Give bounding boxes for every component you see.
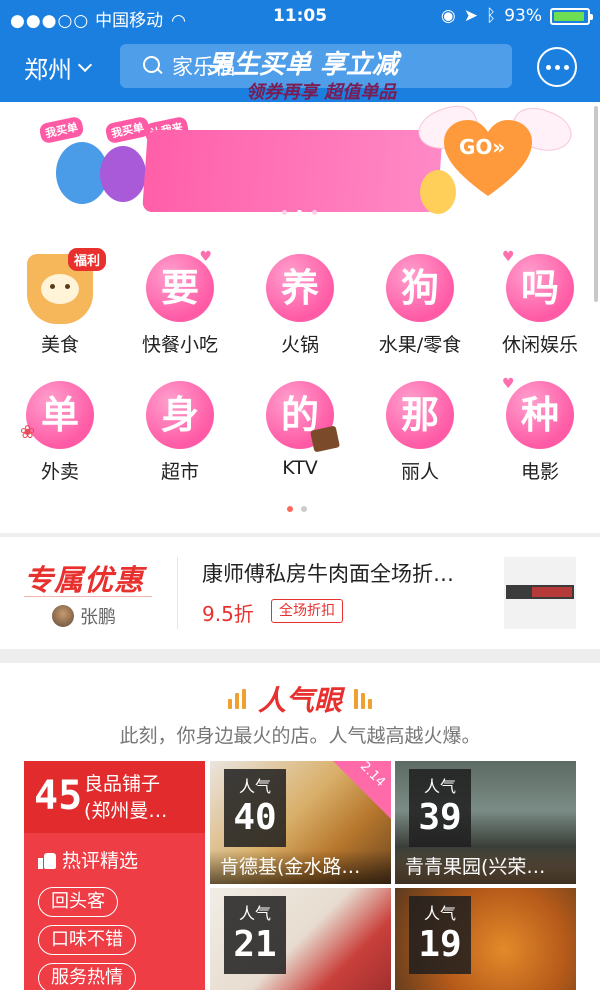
review-tag[interactable]: 口味不错 xyxy=(38,925,136,955)
popular-subtitle: 此刻，你身边最火的店。人气越高越火爆。 xyxy=(119,725,481,747)
mascot-purple xyxy=(100,146,146,202)
thumbs-up-icon xyxy=(38,851,56,869)
banner-title: 男生买单 享立减 xyxy=(207,50,399,80)
bubble-icon: 狗 xyxy=(386,254,454,322)
promo-discount: 9.5折 xyxy=(202,602,254,626)
sticker: 我买单 xyxy=(38,115,85,145)
divider xyxy=(177,557,178,629)
bars-icon xyxy=(354,689,372,709)
avatar xyxy=(52,605,74,627)
status-right: ◉ ➤ ᛒ 93% xyxy=(440,6,593,26)
shop-name: 肯德基(金水路… xyxy=(210,850,391,884)
divider xyxy=(24,596,152,597)
chevron-down-icon xyxy=(77,57,93,72)
category-label: 美食 xyxy=(40,334,79,356)
search-icon xyxy=(142,55,164,77)
category-label: KTV xyxy=(282,457,318,479)
category-label: 休闲娱乐 xyxy=(501,334,578,356)
bubble-icon: 那 xyxy=(386,381,454,449)
featured-shop-name: 良品铺子 (郑州曼… xyxy=(84,773,168,822)
category-ktv[interactable]: 的 KTV xyxy=(240,381,360,479)
welfare-badge: 福利 xyxy=(68,248,107,271)
rank-card[interactable]: 2.14 人气 40 肯德基(金水路… xyxy=(210,761,391,884)
more-dot xyxy=(563,64,569,70)
scrollbar[interactable] xyxy=(594,106,598,302)
lock-rotation-icon: ◉ xyxy=(440,6,456,26)
bars-icon xyxy=(227,689,246,709)
banner-pager xyxy=(282,210,317,215)
promo-user-name: 张鹏 xyxy=(80,607,116,628)
rank-card[interactable]: 人气 19 xyxy=(395,888,576,990)
rose-icon: ❀ xyxy=(20,422,36,443)
city-name: 郑州 xyxy=(24,56,72,84)
rank-badge: 人气 40 xyxy=(224,769,286,847)
bluetooth-icon: ᛒ xyxy=(486,6,497,26)
featured-rank: 45 xyxy=(34,773,83,819)
bubble-icon: 种 ♥ xyxy=(502,377,574,449)
rank-badge: 人气 19 xyxy=(409,896,471,974)
rank-badge: 人气 21 xyxy=(224,896,286,974)
city-selector[interactable]: 郑州 xyxy=(24,50,93,85)
mascot-yellow xyxy=(420,170,456,214)
category-label: 火锅 xyxy=(280,334,319,356)
more-dot xyxy=(554,64,560,70)
bubble-icon: 单 xyxy=(26,381,94,449)
divider xyxy=(0,533,600,537)
promo-user: 张鹏 xyxy=(52,603,116,629)
location-icon: ➤ xyxy=(463,6,478,26)
review-tag[interactable]: 服务热情 xyxy=(38,963,136,990)
exclusive-offer-logo: 专属优惠 xyxy=(24,563,145,597)
category-hotpot[interactable]: 养 火锅 xyxy=(240,254,360,357)
hot-reviews-label: 热评精选 xyxy=(62,850,139,872)
category-label: 丽人 xyxy=(400,461,439,483)
bubble-icon: 要 ♥ xyxy=(146,250,214,322)
divider xyxy=(0,649,600,663)
category-fruit-snacks[interactable]: 狗 水果/零食 xyxy=(360,254,480,357)
category-movie[interactable]: 种 ♥ 电影 xyxy=(480,377,600,484)
more-button[interactable] xyxy=(537,47,577,87)
popular-header: 人气眼 xyxy=(0,679,600,719)
category-label: 快餐小吃 xyxy=(141,334,218,356)
rank-card[interactable]: 人气 21 xyxy=(210,888,391,990)
promo-tag: 全场折扣 xyxy=(271,599,343,623)
category-supermarket[interactable]: 身 超市 xyxy=(120,381,240,484)
banner-subtitle: 领券再享 超值单品 xyxy=(246,82,397,103)
shop-name: 青青果园(兴荣… xyxy=(395,850,576,884)
category-leisure[interactable]: 吗 ♥ 休闲娱乐 xyxy=(480,250,600,357)
category-fast-food[interactable]: 要 ♥ 快餐小吃 xyxy=(120,250,240,357)
banner-panel xyxy=(142,130,443,212)
heart-go-icon xyxy=(444,120,532,196)
popular-title: 人气眼 xyxy=(257,684,342,717)
category-label: 超市 xyxy=(160,461,199,483)
hot-reviews: 热评精选 xyxy=(38,846,138,873)
category-beauty[interactable]: 那 丽人 xyxy=(360,381,480,484)
promo-thumbnail[interactable] xyxy=(504,557,576,629)
review-tag[interactable]: 回头客 xyxy=(38,887,118,917)
battery-icon xyxy=(550,7,593,25)
category-label: 电影 xyxy=(520,461,559,483)
bubble-icon: 养 xyxy=(266,254,334,322)
featured-shop-card[interactable]: 45 良品铺子 (郑州曼… 热评精选 回头客 口味不错 服务热情 xyxy=(24,761,205,990)
bubble-icon: 吗 ♥ xyxy=(502,250,574,322)
rank-badge: 人气 39 xyxy=(409,769,471,847)
category-label: 水果/零食 xyxy=(378,334,462,356)
rank-card[interactable]: 人气 39 青青果园(兴荣… xyxy=(395,761,576,884)
battery-percent: 93% xyxy=(504,6,542,26)
bubble-icon: 身 xyxy=(146,381,214,449)
category-label: 外卖 xyxy=(40,461,79,483)
category-takeout[interactable]: 单 外卖 xyxy=(0,381,120,484)
promo-title[interactable]: 康师傅私房牛肉面全场折… xyxy=(202,558,502,588)
status-bar: ●●●○○ 中国移动 ◠ 11:05 ◉ ➤ ᛒ 93% xyxy=(0,0,600,32)
category-pager[interactable] xyxy=(287,506,307,512)
go-label: GO» xyxy=(459,135,506,159)
more-dot xyxy=(545,64,551,70)
